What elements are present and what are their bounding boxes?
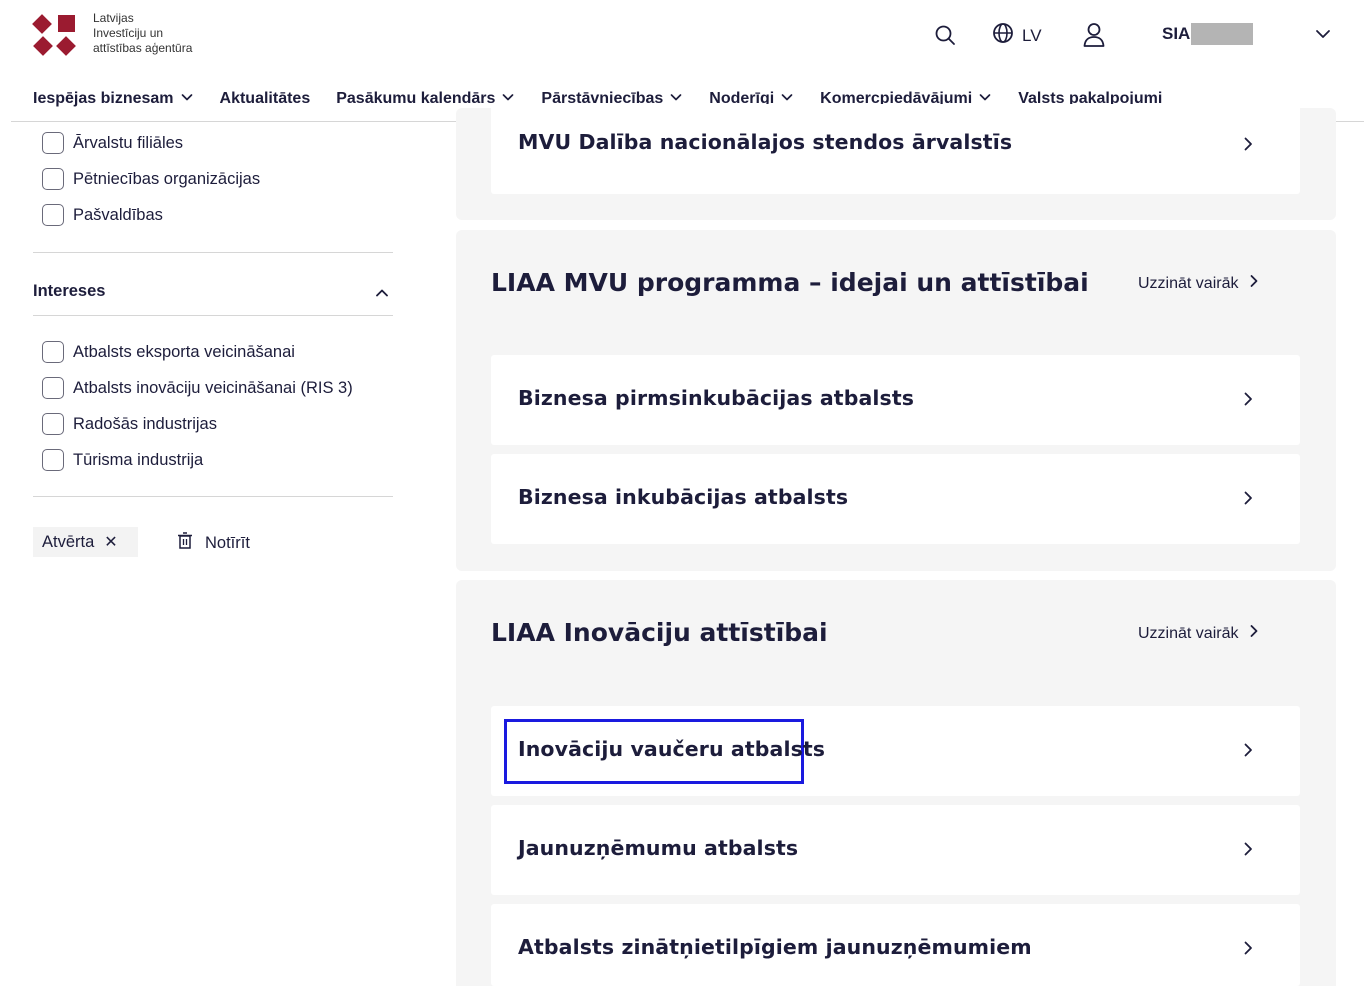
filter-option-inovaciju-ris3[interactable]: Atbalsts inovāciju veicināšanai (RIS 3) [42, 377, 353, 399]
program-group-top: MVU Dalība nacionālajos stendos ārvalstī… [456, 104, 1336, 220]
liaa-logo[interactable]: Latvijas Investīciju un attīstības aģent… [32, 11, 192, 57]
program-group-inovacijas: LIAA Inovāciju attīstībai Uzzināt vairāk… [456, 580, 1336, 986]
chevron-down-icon [180, 90, 194, 109]
close-icon[interactable]: ✕ [104, 532, 117, 552]
chevron-right-icon [1248, 274, 1260, 293]
option-label: Atbalsts eksporta veicināšanai [73, 342, 295, 361]
redacted-company-name [1191, 23, 1254, 45]
checkbox[interactable] [42, 132, 64, 154]
card-title: Inovāciju vaučeru atbalsts [518, 737, 826, 761]
card-title: Biznesa pirmsinkubācijas atbalsts [518, 386, 915, 410]
card-title: Atbalsts zinātņietilpīgiem jaunuzņēmumie… [518, 935, 1032, 959]
program-card-jaunuznemumi[interactable]: Jaunuzņēmumu atbalsts [491, 805, 1300, 895]
chevron-right-icon [1241, 490, 1255, 510]
chevron-right-icon [1241, 940, 1255, 960]
option-label: Tūrisma industrija [73, 450, 204, 469]
nav-item-iespejas-biznesam[interactable]: Iespējas biznesam [33, 90, 194, 109]
globe-icon [992, 22, 1014, 49]
option-label: Atbalsts inovāciju veicināšanai (RIS 3) [73, 378, 353, 397]
card-title: Biznesa inkubācijas atbalsts [518, 485, 849, 509]
filter-option-turisma-industrija[interactable]: Tūrisma industrija [42, 449, 203, 471]
program-card-pirmsinkubacija[interactable]: Biznesa pirmsinkubācijas atbalsts [491, 355, 1300, 445]
program-card-mvu-stendi[interactable]: MVU Dalība nacionālajos stendos ārvalstī… [491, 104, 1300, 194]
chip-label: Atvērta [42, 532, 95, 551]
sidebar-divider [33, 496, 393, 497]
company-prefix: SIA [1162, 24, 1191, 43]
filter-option-radosas-industrijas[interactable]: Radošās industrijas [42, 413, 217, 435]
option-label: Pašvaldības [73, 205, 163, 224]
language-switcher[interactable]: LV [992, 22, 1042, 49]
checkbox[interactable] [42, 413, 64, 435]
logo-line-3: attīstības aģentūra [93, 41, 193, 55]
nav-label: Iespējas biznesam [33, 90, 174, 107]
filter-option-eksporta[interactable]: Atbalsts eksporta veicināšanai [42, 341, 295, 363]
filter-option-arvalstu-filiales[interactable]: Ārvalstu filiāles [42, 132, 183, 154]
program-card-zinatnietilpigi[interactable]: Atbalsts zinātņietilpīgiem jaunuzņēmumie… [491, 904, 1300, 986]
learn-more-link[interactable]: Uzzināt vairāk [1138, 274, 1260, 293]
nav-label: Pasākumu kalendārs [336, 90, 496, 107]
search-icon[interactable] [934, 24, 956, 50]
card-title: Jaunuzņēmumu atbalsts [518, 836, 799, 860]
active-filter-chip[interactable]: Atvērta ✕ [33, 527, 138, 557]
logo-text: Latvijas Investīciju un attīstības aģent… [93, 11, 192, 56]
checkbox[interactable] [42, 377, 64, 399]
nav-item-aktualitates[interactable]: Aktualitātes [220, 90, 311, 108]
checkbox[interactable] [42, 449, 64, 471]
chevron-right-icon [1241, 742, 1255, 762]
sidebar-divider [33, 315, 393, 316]
chevron-right-icon [1241, 391, 1255, 411]
language-label: LV [1022, 25, 1042, 45]
chevron-down-icon[interactable] [1314, 25, 1332, 47]
filter-option-pasvaldibas[interactable]: Pašvaldības [42, 204, 163, 226]
checkbox[interactable] [42, 204, 64, 226]
program-card-inkubacija[interactable]: Biznesa inkubācijas atbalsts [491, 454, 1300, 544]
card-title: MVU Dalība nacionālajos stendos ārvalstī… [518, 130, 1013, 154]
chevron-right-icon [1248, 624, 1260, 643]
logo-mark-icon [32, 13, 79, 57]
filter-section-title[interactable]: Intereses [33, 282, 105, 301]
group-title: LIAA Inovāciju attīstībai [491, 618, 828, 647]
sidebar-divider [33, 252, 393, 253]
link-label: Uzzināt vairāk [1138, 274, 1239, 292]
logo-line-1: Latvijas [93, 11, 134, 25]
group-title: LIAA MVU programma – idejai un attīstība… [491, 268, 1089, 297]
trash-icon [177, 532, 193, 555]
clear-label: Notīrīt [205, 534, 250, 552]
logo-line-2: Investīciju un [93, 26, 164, 40]
program-group-mvu: LIAA MVU programma – idejai un attīstība… [456, 230, 1336, 571]
learn-more-link[interactable]: Uzzināt vairāk [1138, 624, 1260, 643]
checkbox[interactable] [42, 168, 64, 190]
chevron-right-icon [1241, 136, 1255, 156]
company-account[interactable]: SIA [1162, 23, 1254, 45]
filter-option-petniecibas-organizacijas[interactable]: Pētniecības organizācijas [42, 168, 260, 190]
program-card-inovaciju-vauceri[interactable]: Inovāciju vaučeru atbalsts [491, 706, 1300, 796]
chevron-up-icon[interactable] [374, 285, 390, 305]
option-label: Ārvalstu filiāles [73, 133, 184, 152]
checkbox[interactable] [42, 341, 64, 363]
user-icon[interactable] [1082, 22, 1106, 52]
link-label: Uzzināt vairāk [1138, 624, 1239, 642]
nav-label: Aktualitātes [219, 90, 311, 107]
clear-filters-button[interactable]: Notīrīt [177, 532, 250, 555]
option-label: Radošās industrijas [73, 414, 217, 433]
chevron-right-icon [1241, 841, 1255, 861]
option-label: Pētniecības organizācijas [73, 169, 261, 188]
nav-item-pasakumu-kalendars[interactable]: Pasākumu kalendārs [336, 90, 515, 109]
